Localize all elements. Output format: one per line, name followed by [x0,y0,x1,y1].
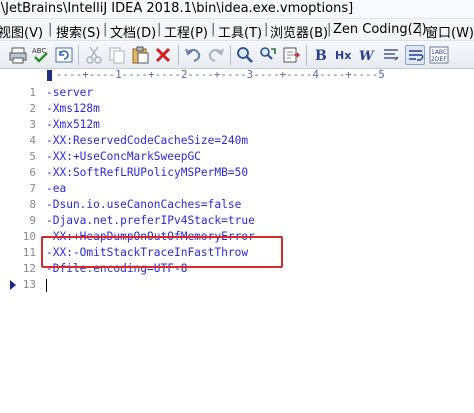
menu-window[interactable]: 窗口(W) [425,22,474,41]
ruler-text: ----+----1----+----2----+----3----+----4… [56,69,385,81]
menu-zen-coding[interactable]: Zen Coding(Z) [333,22,427,37]
header-icon[interactable]: Hx [335,45,355,65]
print-icon[interactable] [8,45,28,65]
line-number: 1 [29,86,36,99]
line-number: 9 [29,214,36,227]
line-number-gutter: 1 2 3 4 5 6 7 8 9 10 11 12 13 [0,84,40,413]
svg-text:Hx: Hx [335,49,351,62]
code-line[interactable]: -XX:ReservedCodeCacheSize=240m [46,134,248,147]
bold-icon[interactable]: B [312,45,332,65]
code-line[interactable]: -Dsun.io.useCanonCaches=false [46,198,241,211]
line-number: 4 [29,134,36,147]
code-line[interactable]: -XX:SoftRefLRUPolicyMSPerMB=50 [46,166,248,179]
format-icon[interactable] [381,45,401,65]
text-editor[interactable]: 1 2 3 4 5 6 7 8 9 10 11 12 13 -server -X… [0,84,474,413]
text-caret [46,279,47,292]
spellcheck-icon[interactable]: ABC [31,45,51,65]
find-icon[interactable] [235,45,255,65]
code-line[interactable]: -Xmx512m [46,118,100,131]
line-number: 2 [29,102,36,115]
svg-text:W: W [359,49,375,64]
line-number: 8 [29,198,36,211]
code-line[interactable]: -server [46,86,93,99]
line-number: 7 [29,182,36,195]
line-number: 3 [29,118,36,131]
menu-document[interactable]: 文档(D) [110,22,156,41]
highlight-box [41,236,283,268]
current-line-marker [10,280,16,290]
svg-text:2DEF: 2DEF [431,56,447,63]
copy-icon[interactable] [107,45,127,65]
line-number: 6 [29,166,36,179]
svg-text:ABC: ABC [32,47,46,55]
delete-icon[interactable] [153,45,173,65]
line-number: 10 [22,230,36,243]
menu-view[interactable]: 视图(V) [0,22,43,41]
window-title: s\JetBrains\IntelliJ IDEA 2018.1\bin\ide… [0,1,354,16]
code-line[interactable]: -ea [46,182,66,195]
goto-icon[interactable] [281,45,301,65]
replace-icon[interactable] [258,45,278,65]
redo-icon[interactable] [206,45,226,65]
code-line[interactable]: -Djava.net.preferIPv4Stack=true [46,214,255,227]
refresh-icon[interactable] [54,45,74,65]
cut-icon[interactable] [84,45,104,65]
menu-tools[interactable]: 工具(T) [218,22,262,41]
code-line[interactable]: -Xms128m [46,102,100,115]
wrap-icon[interactable] [405,45,425,65]
line-number: 5 [29,150,36,163]
line-number: 12 [22,262,36,275]
undo-icon[interactable] [183,45,203,65]
paste-icon[interactable] [130,45,150,65]
italic-icon[interactable]: W [358,45,378,65]
menu-project[interactable]: 工程(P) [164,22,208,41]
menu-browser[interactable]: 浏览器(B) [270,22,328,41]
column-ruler: ----+----1----+----2----+----3----+----4… [0,69,474,83]
title-bar: s\JetBrains\IntelliJ IDEA 2018.1\bin\ide… [0,0,474,19]
ruler-caret-marker [47,70,52,81]
line-number: 11 [22,246,36,259]
svg-text:1ABC: 1ABC [431,49,447,56]
line-numbers-icon[interactable]: 1ABC 2DEF [429,45,449,65]
toolbar: ABC B Hx W 1ABC 2DEF [0,41,474,69]
menu-bar: 视图(V) | 搜索(S) | 文档(D) | 工程(P) | 工具(T) | … [0,19,474,41]
svg-text:B: B [315,48,327,64]
menu-search[interactable]: 搜索(S) [56,22,100,41]
code-line[interactable]: -XX:+UseConcMarkSweepGC [46,150,201,163]
